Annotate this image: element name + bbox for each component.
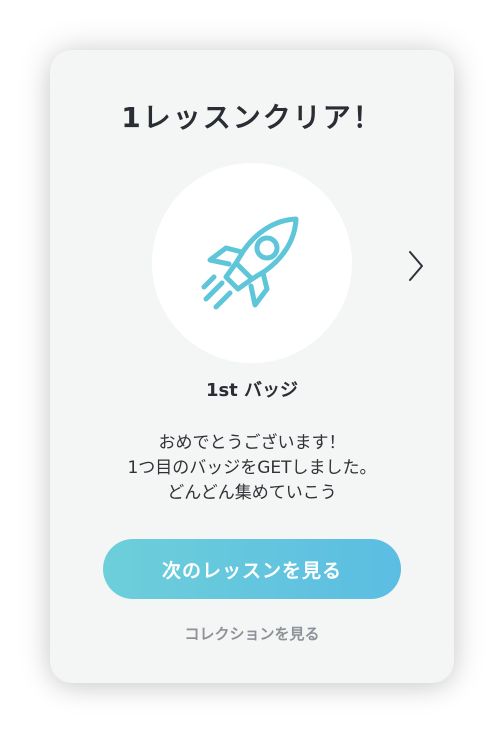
message-line: どんどん集めていこう [167, 483, 337, 503]
dialog-title: 1レッスンクリア！ [121, 101, 383, 134]
message-line: おめでとうございます！ [158, 433, 346, 453]
lesson-clear-dialog: 1レッスンクリア！ 1st バッジ おめでとうございます！ 1つ目のバッジをGE… [50, 50, 454, 683]
view-collection-link[interactable]: コレクションを見る [50, 623, 454, 645]
badge-image [152, 163, 352, 363]
next-lesson-button[interactable]: 次のレッスンを見る [103, 539, 401, 599]
congrats-message: おめでとうございます！ 1つ目のバッジをGETしました。 どんどん集めていこう [50, 431, 454, 506]
rocket-icon [201, 216, 299, 310]
next-badge-button[interactable] [400, 246, 430, 286]
message-line: 1つ目のバッジをGETしました。 [127, 458, 377, 478]
badge-name: 1st バッジ [205, 380, 299, 401]
chevron-right-icon [409, 251, 423, 281]
